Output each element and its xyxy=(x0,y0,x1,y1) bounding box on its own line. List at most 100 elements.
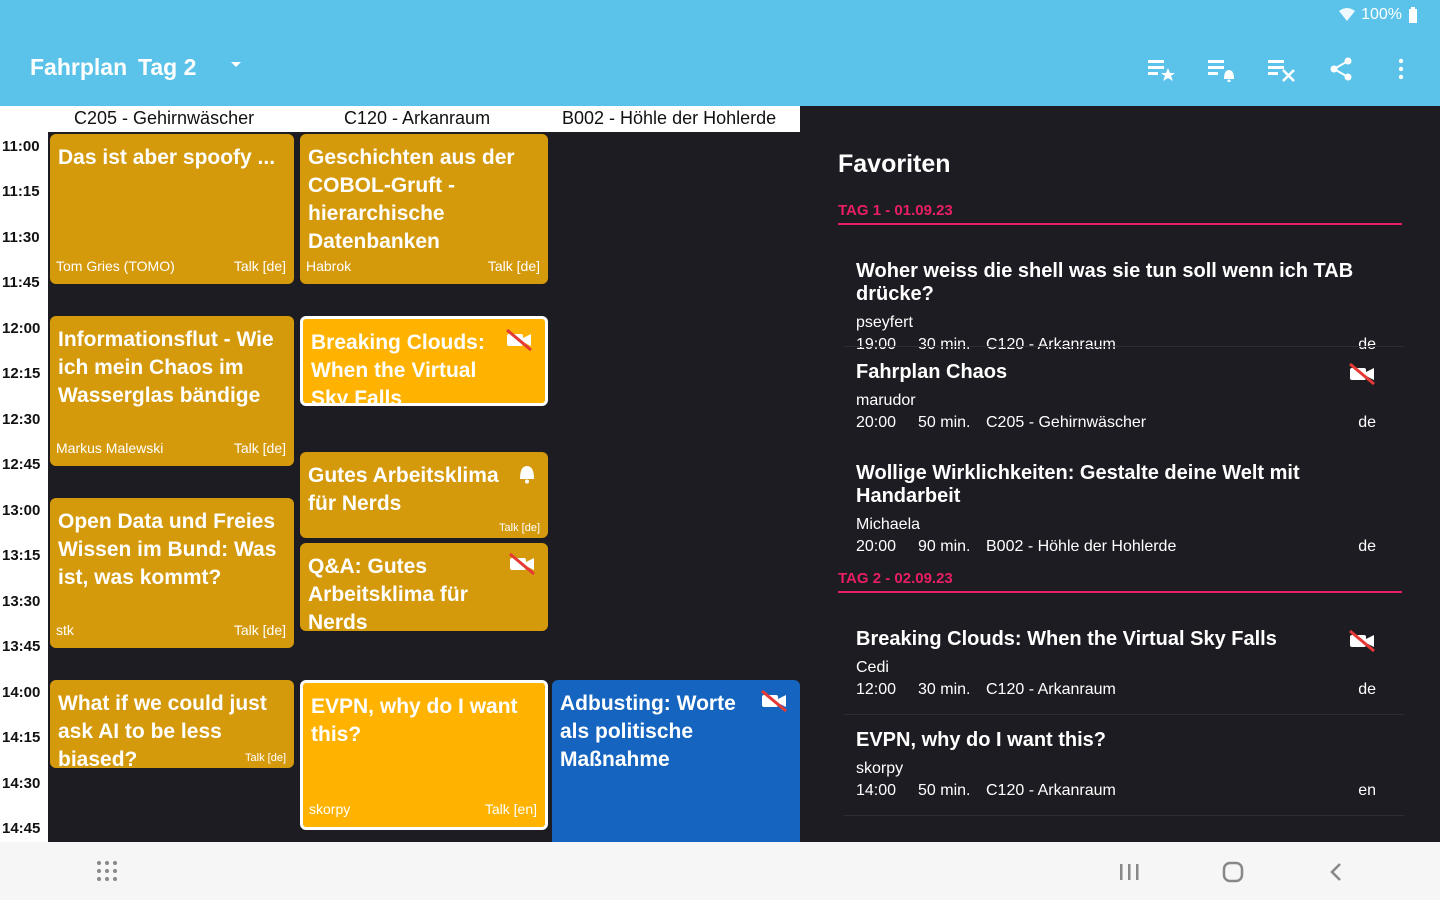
favorite-room: C205 - Gehirnwäscher xyxy=(986,414,1147,431)
schedule-grid[interactable]: Das ist aber spoofy ... Tom Gries (TOMO)… xyxy=(48,132,800,842)
video-off-icon xyxy=(1349,363,1375,385)
navigation-bar xyxy=(0,842,1440,900)
room-label: C120 - Arkanraum xyxy=(344,108,491,128)
session-card[interactable]: EVPN, why do I want this? skorpy Talk [e… xyxy=(300,680,548,830)
session-card[interactable]: Informationsflut - Wie ich mein Chaos im… xyxy=(50,316,294,466)
favorite-speaker: pseyfert xyxy=(856,314,913,331)
app-bar: Fahrplan Tag 2 xyxy=(0,30,1440,106)
session-title: Gutes Arbeitsklima für Nerds xyxy=(308,464,499,515)
session-card[interactable]: What if we could just ask AI to be less … xyxy=(50,680,294,768)
favorite-duration: 90 min. xyxy=(918,538,971,555)
session-card[interactable]: Gutes Arbeitsklima für Nerds Talk [de] xyxy=(300,452,548,538)
session-card[interactable]: Geschichten aus der COBOL-Gruft - hierar… xyxy=(300,134,548,284)
dropdown-icon[interactable] xyxy=(228,60,244,70)
session-title: Geschichten aus der COBOL-Gruft - hierar… xyxy=(308,146,515,253)
favorite-lang: de xyxy=(1358,336,1376,353)
session-speaker: Tom Gries (TOMO) xyxy=(56,258,175,274)
favorite-lang: de xyxy=(1358,538,1376,555)
battery-percent: 100% xyxy=(1361,6,1402,23)
time-label: 12:15 xyxy=(2,365,41,382)
session-card[interactable]: Open Data und Freies Wissen im Bund: Was… xyxy=(50,498,294,648)
favorite-room: C120 - Arkanraum xyxy=(986,782,1116,799)
video-off-icon xyxy=(761,690,787,712)
room-header: C205 - Gehirnwäscher C120 - Arkanraum B0… xyxy=(0,106,800,132)
time-label: 13:45 xyxy=(2,638,41,655)
favorite-speaker: Cedi xyxy=(856,659,889,676)
session-type: Talk [de] xyxy=(233,622,286,638)
favorite-speaker: skorpy xyxy=(856,760,904,777)
time-label: 11:30 xyxy=(2,229,40,246)
room-label: B002 - Höhle der Hohlerde xyxy=(562,108,777,128)
session-type: Talk [de] xyxy=(233,258,286,274)
session-card[interactable]: Q&A: Gutes Arbeitsklima für Nerds xyxy=(300,543,548,631)
favorite-room: C120 - Arkanraum xyxy=(986,681,1116,698)
video-off-icon xyxy=(506,329,532,351)
favorite-item[interactable]: Fahrplan Chaos marudor 20:00 50 min. C20… xyxy=(856,361,1376,432)
favorite-duration: 30 min. xyxy=(918,681,971,698)
session-card[interactable]: Das ist aber spoofy ... Tom Gries (TOMO)… xyxy=(50,134,294,284)
session-type: Talk [de] xyxy=(487,258,540,274)
home-icon[interactable] xyxy=(1222,861,1244,883)
favorite-speaker: marudor xyxy=(856,392,916,409)
time-label: 11:45 xyxy=(2,274,40,291)
day-section-header: TAG 2 - 02.09.23 xyxy=(838,570,1402,593)
favorite-title: EVPN, why do I want this? xyxy=(856,729,1107,751)
session-title: Open Data und Freies Wissen im Bund: Was… xyxy=(58,510,277,589)
session-card[interactable]: Adbusting: Worte als politische Maßnahme xyxy=(552,680,800,842)
list-cross-icon[interactable] xyxy=(1266,54,1296,84)
wifi-icon xyxy=(1339,8,1356,21)
divider xyxy=(844,346,1404,347)
day-selector[interactable]: Tag 2 xyxy=(138,54,196,81)
favorite-start: 12:00 xyxy=(856,681,897,698)
favorite-speaker: Michaela xyxy=(856,516,921,533)
divider xyxy=(844,714,1404,715)
favorite-item[interactable]: Wollige Wirklichkeiten: Gestalte deine W… xyxy=(856,462,1376,556)
time-label: 14:30 xyxy=(2,775,41,792)
favorite-duration: 50 min. xyxy=(918,414,971,431)
recents-icon[interactable] xyxy=(1118,862,1140,882)
time-label: 14:00 xyxy=(2,684,41,701)
favorite-lang: de xyxy=(1358,414,1376,431)
favorite-start: 20:00 xyxy=(856,538,897,555)
time-label: 14:45 xyxy=(2,820,41,837)
notification-list-icon[interactable] xyxy=(1206,54,1236,84)
add-playlist-icon[interactable] xyxy=(1146,54,1176,84)
favorite-item[interactable]: EVPN, why do I want this? skorpy 14:00 5… xyxy=(856,729,1376,800)
more-icon[interactable] xyxy=(1386,54,1416,84)
session-card[interactable]: Breaking Clouds: When the Virtual Sky Fa… xyxy=(300,316,548,406)
session-title: Adbusting: Worte als politische Maßnahme xyxy=(560,692,736,771)
session-speaker: skorpy xyxy=(309,801,351,817)
session-speaker: stk xyxy=(56,622,74,638)
session-type: Talk [en] xyxy=(484,801,537,817)
back-icon[interactable] xyxy=(1328,862,1344,882)
favorite-title: Woher weiss die shell was sie tun soll w… xyxy=(856,260,1354,305)
favorite-item[interactable]: Breaking Clouds: When the Virtual Sky Fa… xyxy=(856,628,1376,699)
share-icon[interactable] xyxy=(1326,54,1356,84)
favorites-heading: Favoriten xyxy=(838,150,951,178)
time-label: 13:15 xyxy=(2,547,41,564)
favorite-duration: 30 min. xyxy=(918,336,971,353)
session-title: Q&A: Gutes Arbeitsklima für Nerds xyxy=(308,555,468,631)
video-off-icon xyxy=(509,553,535,575)
favorite-title: Wollige Wirklichkeiten: Gestalte deine W… xyxy=(856,462,1300,507)
time-label: 12:45 xyxy=(2,456,41,473)
time-label: 12:30 xyxy=(2,411,41,428)
favorite-item[interactable]: Woher weiss die shell was sie tun soll w… xyxy=(856,260,1376,354)
day-section-header: TAG 1 - 01.09.23 xyxy=(838,202,1402,225)
apps-icon[interactable] xyxy=(96,860,118,882)
favorite-title: Fahrplan Chaos xyxy=(856,361,1008,383)
app-title: Fahrplan xyxy=(30,54,128,80)
favorite-duration: 50 min. xyxy=(918,782,971,799)
favorite-title: Breaking Clouds: When the Virtual Sky Fa… xyxy=(856,628,1277,650)
time-label: 11:15 xyxy=(2,183,40,200)
session-type: Talk [de] xyxy=(499,522,540,534)
session-speaker: Markus Malewski xyxy=(56,440,164,456)
favorite-lang: de xyxy=(1358,681,1376,698)
favorites-panel: Favoriten TAG 1 - 01.09.23 Woher weiss d… xyxy=(800,106,1440,842)
time-column: 11:00 11:15 11:30 11:45 12:00 12:15 12:3… xyxy=(0,132,48,842)
session-speaker: Habrok xyxy=(306,258,352,274)
time-label: 13:30 xyxy=(2,593,41,610)
session-type: Talk [de] xyxy=(233,440,286,456)
divider xyxy=(844,815,1404,816)
favorite-room: B002 - Höhle der Hohlerde xyxy=(986,538,1177,555)
